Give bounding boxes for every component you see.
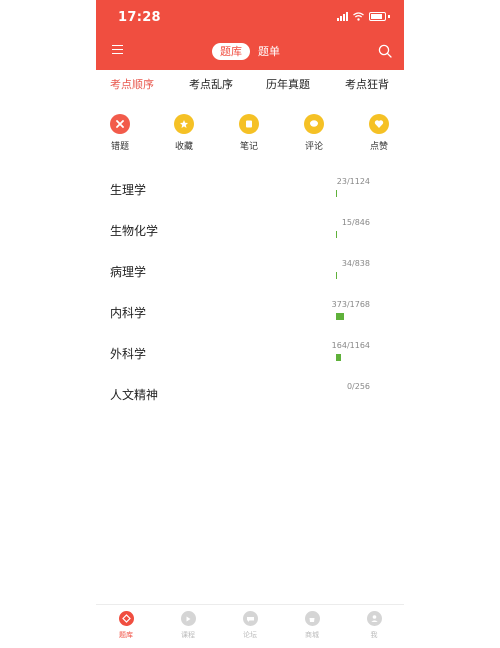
- tab-ordered[interactable]: 考点顺序: [110, 76, 154, 92]
- feature-label: 错题: [110, 142, 129, 152]
- battery-cap: [388, 15, 390, 18]
- subject-progress-text: 23/1124: [336, 177, 370, 186]
- nav-label: 我: [370, 631, 378, 639]
- subject-progress-text: 34/838: [341, 259, 370, 268]
- subject-row[interactable]: 生理学 23/1124: [96, 170, 404, 208]
- nav-label: 题库: [119, 631, 133, 639]
- subject-row[interactable]: 病理学 34/838: [96, 252, 404, 290]
- comment-icon: [304, 114, 324, 134]
- feature-icons: 错题 收藏 笔记 评论 点赞: [96, 114, 404, 159]
- subject-row[interactable]: 外科学 164/1164: [96, 334, 404, 372]
- subject-progress-bar: [336, 190, 337, 197]
- nav-question-bank[interactable]: 题库: [106, 611, 146, 640]
- subject-row[interactable]: 生物化学 15/846: [96, 211, 404, 249]
- feature-label: 收藏: [174, 142, 193, 152]
- subject-progress-bar: [336, 272, 337, 279]
- tab-memorize[interactable]: 考点狂背: [345, 76, 389, 92]
- app-screen: 17:28 题库 题单 考点顺序 考点乱序 历年真题 考点狂背 错题 收藏 笔记…: [96, 0, 404, 648]
- feature-label: 评论: [304, 142, 323, 152]
- wifi-icon: [353, 12, 364, 21]
- nav-label: 论坛: [243, 631, 257, 639]
- play-icon: [180, 611, 196, 626]
- chat-icon: [242, 611, 258, 626]
- subject-name: 人文精神: [110, 388, 159, 402]
- bag-icon: [304, 611, 320, 626]
- subject-progress-text: 164/1164: [331, 341, 370, 350]
- nav-store[interactable]: 商城: [292, 611, 332, 640]
- feature-favorites[interactable]: 收藏: [166, 114, 202, 152]
- subject-progress-bar: [336, 231, 337, 238]
- feature-likes[interactable]: 点赞: [361, 114, 397, 152]
- subject-progress-bar: [336, 313, 344, 320]
- subject-progress-text: 373/1768: [331, 300, 370, 309]
- tab-past-exams[interactable]: 历年真题: [266, 76, 310, 92]
- subject-row[interactable]: 人文精神 0/256: [96, 375, 404, 413]
- nav-label: 课程: [181, 631, 195, 639]
- subject-progress-text: 15/846: [341, 218, 370, 227]
- search-icon[interactable]: [378, 44, 392, 58]
- status-icons: [337, 12, 390, 21]
- subject-name: 内科学: [110, 306, 147, 320]
- subject-name: 外科学: [110, 347, 147, 361]
- status-time: 17:28: [118, 10, 161, 25]
- tab-question-list[interactable]: 题单: [258, 44, 280, 59]
- battery-icon: [369, 12, 386, 21]
- subject-name: 生物化学: [110, 224, 159, 238]
- like-icon: [369, 114, 389, 134]
- subject-name: 生理学: [110, 183, 147, 197]
- note-icon: [239, 114, 259, 134]
- app-header: 17:28 题库 题单: [96, 0, 404, 70]
- menu-icon[interactable]: [112, 45, 123, 54]
- feature-comments[interactable]: 评论: [296, 114, 332, 152]
- diamond-icon: [118, 611, 134, 626]
- subject-row[interactable]: 内科学 373/1768: [96, 293, 404, 331]
- x-icon: [110, 114, 130, 134]
- subject-progress-text: 0/256: [346, 382, 370, 391]
- signal-icon: [337, 12, 348, 21]
- feature-wrong-questions[interactable]: 错题: [102, 114, 138, 152]
- feature-label: 笔记: [239, 142, 258, 152]
- feature-notes[interactable]: 笔记: [231, 114, 267, 152]
- nav-label: 商城: [305, 631, 319, 639]
- nav-courses[interactable]: 课程: [168, 611, 208, 640]
- user-icon: [366, 611, 382, 626]
- tab-question-bank[interactable]: 题库: [212, 43, 250, 60]
- favorite-icon: [174, 114, 194, 134]
- category-tabs: 考点顺序 考点乱序 历年真题 考点狂背: [96, 76, 404, 96]
- bottom-nav: 题库 课程 论坛 商城 我: [96, 604, 404, 648]
- subject-progress-bar: [336, 354, 341, 361]
- nav-forum[interactable]: 论坛: [230, 611, 270, 640]
- tab-shuffled[interactable]: 考点乱序: [189, 76, 233, 92]
- feature-label: 点赞: [369, 142, 388, 152]
- subject-name: 病理学: [110, 265, 147, 279]
- nav-profile[interactable]: 我: [354, 611, 394, 640]
